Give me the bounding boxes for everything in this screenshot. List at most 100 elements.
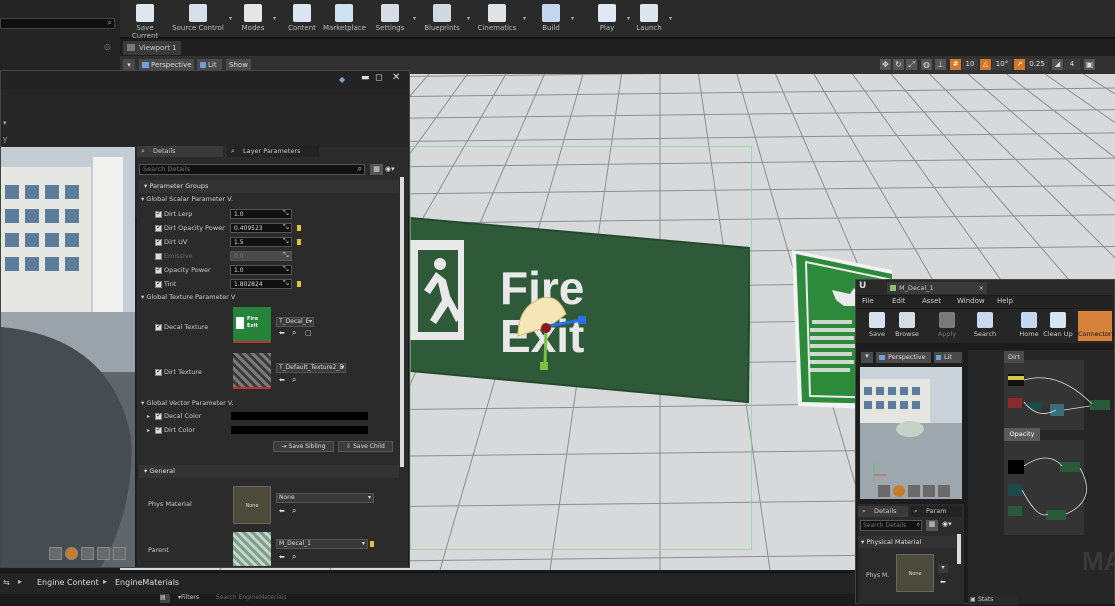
menu-item-window[interactable]: Window (957, 297, 985, 305)
parent-thumbnail[interactable] (233, 532, 271, 566)
use-selected-arrow-icon[interactable]: ⬅ (940, 578, 946, 586)
save-button[interactable]: Save (860, 311, 894, 341)
parameter-checkbox[interactable] (155, 225, 162, 232)
visibility-options-icon[interactable]: ◉▾ (385, 164, 401, 175)
phys-dropdown-icon[interactable]: ▾ (938, 564, 948, 573)
decal-texture-checkbox[interactable] (155, 324, 162, 331)
details-search-input[interactable]: Search Details ⌕ (139, 164, 365, 175)
preview-menu-dropdown[interactable]: ▾ (861, 352, 873, 363)
reset-default-icon[interactable] (370, 541, 374, 547)
translate-icon[interactable]: ✥ (880, 59, 891, 70)
cleanup-button[interactable]: Clean Up (1041, 311, 1075, 341)
toolbar-dropdown-icon[interactable]: ▾ (467, 15, 470, 22)
dirt-texture-checkbox[interactable] (155, 369, 162, 376)
menu-item-edit[interactable]: Edit (892, 297, 906, 305)
mesh-preview-icon[interactable] (113, 547, 126, 560)
asset-tab-param[interactable]: ⌕Param (910, 506, 962, 517)
global-scalar-group[interactable]: ▾ Global Scalar Parameter V. (141, 195, 233, 203)
use-selected-arrow-icon[interactable]: ⬅ (279, 507, 285, 515)
expand-value-icon[interactable]: ⤡ (283, 279, 289, 288)
reset-texture-icon[interactable]: ▢ (305, 329, 312, 337)
decal-color-checkbox[interactable] (155, 413, 162, 420)
parameter-checkbox[interactable] (155, 211, 162, 218)
expand-value-icon[interactable]: ⤡ (283, 265, 289, 274)
parent-dropdown[interactable]: M_Decal_1▾ (276, 539, 368, 549)
outliner-search-input[interactable]: ⌕ (0, 18, 115, 29)
play-button[interactable]: Play▾ (592, 3, 622, 37)
rotation-snap-value[interactable]: 10° (992, 59, 1012, 70)
content-button[interactable]: Content (287, 3, 317, 37)
save-child-button[interactable]: ⇩ Save Child (338, 441, 393, 452)
expand-arrow-icon[interactable]: ▸ (147, 427, 150, 434)
parameter-groups-header[interactable]: ▾ Parameter Groups (139, 180, 399, 193)
surface-snap-icon[interactable]: ⊥ (935, 59, 946, 70)
sphere-preview-icon[interactable] (893, 485, 905, 497)
blueprints-button[interactable]: Blueprints▾ (422, 3, 462, 37)
general-header[interactable]: ▾ General (139, 465, 399, 478)
tab-close-icon[interactable]: × (979, 282, 984, 294)
decal-texture-dropdown[interactable]: T_Decal_E▾ (276, 317, 314, 327)
scale-snap-value[interactable]: 0.25 (1026, 59, 1048, 70)
plane-preview-icon[interactable] (81, 547, 94, 560)
save-button[interactable]: Save Current (123, 3, 167, 37)
physical-material-header[interactable]: ▾ Physical Material (858, 536, 956, 548)
preview-perspective-button[interactable]: Perspective (876, 352, 931, 363)
asset-details-scrollbar[interactable] (957, 534, 961, 564)
cylinder-preview-icon[interactable] (878, 485, 890, 497)
browse-asset-icon[interactable]: ⌕ (292, 552, 296, 562)
browse-button[interactable]: Browse (890, 311, 924, 341)
browse-asset-icon[interactable]: ⌕ (292, 328, 296, 338)
toolbar-dropdown-icon[interactable]: ▾ (571, 15, 574, 22)
toolbar-dropdown-icon[interactable]: ▾ (627, 15, 630, 22)
sources-toggle-icon[interactable]: ▤ (160, 594, 170, 603)
apply-button[interactable]: Apply (930, 311, 964, 341)
dirt-texture-thumbnail[interactable] (233, 353, 271, 389)
property-matrix-icon[interactable]: ▦ (370, 164, 383, 175)
material-graph[interactable]: Dirt Opacity MA (968, 350, 1114, 604)
tab-details[interactable]: ⌕ Details (137, 146, 223, 157)
global-texture-group[interactable]: ▾ Global Texture Parameter V (141, 293, 235, 301)
asset-phys-thumbnail[interactable]: None (896, 554, 934, 592)
minimize-icon[interactable]: ▬ (361, 73, 370, 83)
global-vector-group[interactable]: ▾ Global Vector Parameter V. (141, 399, 233, 407)
opacity-comment-box[interactable]: Opacity (1004, 428, 1040, 441)
breadcrumb-engine-content[interactable]: Engine Content (37, 578, 99, 587)
content-search-input[interactable]: Search EngineMaterials (216, 594, 287, 601)
toolbar-dropdown-icon[interactable]: ▾ (229, 15, 232, 22)
tab-asset[interactable]: M_Decal_1 × (887, 282, 987, 294)
source-control-button[interactable]: Source Control▾ (172, 3, 224, 37)
expand-arrow-icon[interactable]: ▸ (147, 413, 150, 420)
rotate-icon[interactable]: ↻ (893, 59, 904, 70)
dirt-color-swatch[interactable] (231, 426, 368, 434)
connectors-button[interactable]: Connectors (1078, 311, 1112, 341)
settings-button[interactable]: Settings▾ (372, 3, 408, 37)
tab-layer-parameters[interactable]: ⌕ Layer Parameters (227, 146, 319, 157)
tab-viewport-1[interactable]: Viewport 1 (123, 41, 181, 55)
expand-value-icon[interactable]: ⤡ (283, 237, 289, 246)
expand-value-icon[interactable]: ⤡ (283, 251, 289, 260)
parameter-checkbox[interactable] (155, 267, 162, 274)
cube-preview-icon[interactable] (97, 547, 110, 560)
use-selected-arrow-icon[interactable]: ⬅ (279, 553, 285, 561)
toolbar-more-icon[interactable]: y (3, 135, 7, 143)
asset-preview-scene[interactable] (860, 367, 962, 499)
save-sibling-button[interactable]: ⇥ Save Sibling (273, 441, 334, 452)
close-icon[interactable]: ✕ (392, 72, 400, 83)
property-matrix-icon[interactable]: ▦ (926, 520, 938, 531)
grid-snap-icon[interactable]: # (950, 59, 961, 70)
reset-default-icon[interactable] (297, 239, 301, 245)
build-button[interactable]: Build▾ (536, 3, 566, 37)
grid-snap-value[interactable]: 10 (962, 59, 978, 70)
cube-preview-icon[interactable] (923, 485, 935, 497)
reset-default-icon[interactable] (297, 225, 301, 231)
expand-value-icon[interactable]: ⤡ (283, 209, 289, 218)
preview-lit-button[interactable]: Lit (934, 352, 962, 363)
use-selected-arrow-icon[interactable]: ⬅ (279, 329, 285, 337)
scale-snap-icon[interactable]: ↗ (1014, 59, 1025, 70)
launch-button[interactable]: Launch▾ (634, 3, 664, 37)
marketplace-button[interactable]: Marketplace (323, 3, 365, 37)
toolbar-dropdown-icon[interactable]: ▾ (669, 15, 672, 22)
reset-default-icon[interactable] (297, 281, 301, 287)
rotation-snap-icon[interactable]: △ (980, 59, 991, 70)
toolbar-dropdown-icon[interactable]: ▾ (523, 15, 526, 22)
